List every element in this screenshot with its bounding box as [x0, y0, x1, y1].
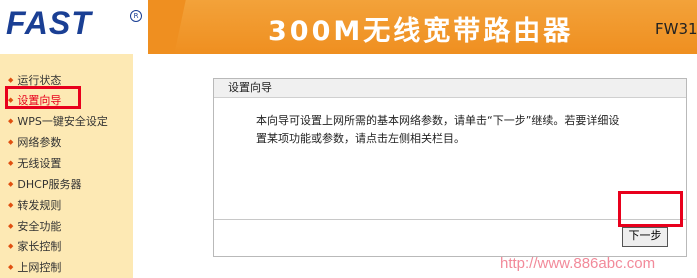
sidebar-item-forwarding[interactable]: ◆ 转发规则	[8, 197, 61, 215]
panel-description: 本向导可设置上网所需的基本网络参数，请单击“下一步”继续。若要详细设 置某项功能…	[214, 98, 686, 148]
watermark: http://www.886abc.com	[500, 255, 656, 272]
bullet-icon: ◆	[8, 117, 14, 125]
panel-footer: 下一步	[214, 219, 686, 256]
bullet-icon: ◆	[8, 201, 14, 209]
sidebar-item-dhcp[interactable]: ◆ DHCP服务器	[8, 176, 81, 194]
bullet-icon: ◆	[8, 263, 14, 271]
sidebar-item-access-control[interactable]: ◆ 上网控制	[8, 259, 61, 277]
bullet-icon: ◆	[8, 76, 14, 84]
panel-title: 设置向导	[214, 79, 686, 98]
setup-wizard-panel: 设置向导 本向导可设置上网所需的基本网络参数，请单击“下一步”继续。若要详细设 …	[213, 78, 687, 257]
sidebar-item-wireless[interactable]: ◆ 无线设置	[8, 155, 61, 173]
brand-logo: FAST	[6, 5, 92, 41]
product-title: 300M无线宽带路由器	[268, 16, 574, 47]
menu-highlight-box	[5, 86, 81, 109]
bullet-icon: ◆	[8, 242, 14, 250]
next-button[interactable]: 下一步	[622, 227, 668, 247]
description-line-2: 置某项功能或参数，请点击左侧相关栏目。	[256, 132, 465, 145]
sidebar-item-parental[interactable]: ◆ 家长控制	[8, 238, 61, 256]
bullet-icon: ◆	[8, 222, 14, 230]
bullet-icon: ◆	[8, 159, 14, 167]
sidebar-item-network[interactable]: ◆ 网络参数	[8, 134, 61, 152]
header-banner: FAST R 300M无线宽带路由器 FW31	[0, 0, 697, 54]
logo-area: FAST R	[0, 0, 148, 54]
description-line-1: 本向导可设置上网所需的基本网络参数，请单击“下一步”继续。若要详细设	[256, 114, 620, 127]
bullet-icon: ◆	[8, 180, 14, 188]
sidebar-menu: ◆ 运行状态 ◆ 设置向导 ◆ WPS一键安全设定 ◆ 网络参数 ◆ 无线设置 ◆ DHCP…	[0, 54, 133, 278]
model-number: FW31	[655, 20, 697, 38]
bullet-icon: ◆	[8, 138, 14, 146]
sidebar-item-security[interactable]: ◆ 安全功能	[8, 218, 61, 236]
button-highlight-box	[618, 191, 683, 227]
sidebar-item-wps[interactable]: ◆ WPS一键安全设定	[8, 113, 108, 131]
registered-mark-icon: R	[130, 10, 142, 22]
